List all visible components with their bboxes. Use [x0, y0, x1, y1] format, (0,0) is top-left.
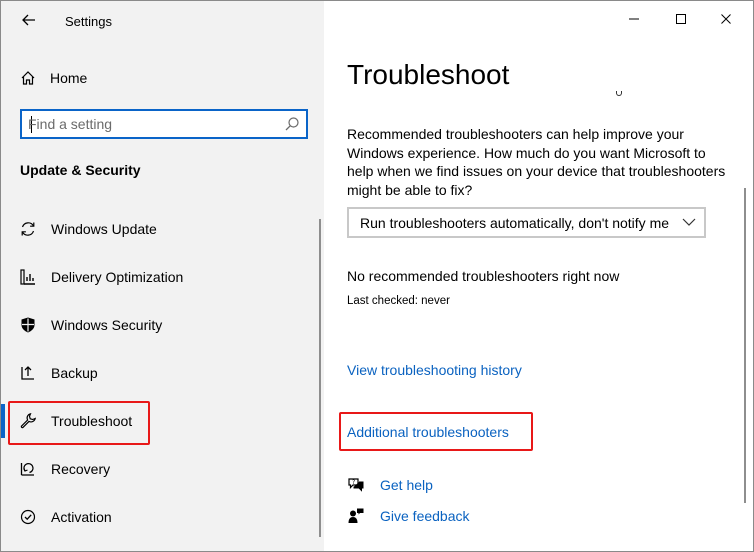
view-history-link[interactable]: View troubleshooting history: [347, 362, 522, 378]
sidebar-item-delivery-optimization[interactable]: Delivery Optimization: [1, 254, 324, 300]
additional-troubleshooters-link[interactable]: Additional troubleshooters: [347, 424, 509, 440]
section-title: Update & Security: [20, 162, 141, 178]
sync-icon: [18, 219, 38, 239]
sidebar: Settings Home Update & Security: [1, 1, 324, 551]
back-arrow-icon: [22, 14, 35, 26]
sidebar-scrollbar[interactable]: [319, 219, 321, 537]
sidebar-item-label: Backup: [51, 365, 98, 381]
minimize-icon: [629, 18, 639, 20]
chevron-down-icon: [682, 218, 696, 226]
close-button[interactable]: [716, 9, 736, 29]
minimize-button[interactable]: [624, 9, 644, 29]
troubleshoot-highlight-box: [8, 401, 150, 445]
no-recommended-text: No recommended troubleshooters right now: [347, 268, 620, 284]
activation-icon: [18, 507, 38, 527]
home-label: Home: [50, 70, 88, 86]
shield-icon: [18, 315, 38, 335]
close-icon: [721, 14, 731, 24]
feedback-person-icon: [347, 507, 365, 525]
home-icon: [21, 71, 35, 85]
sidebar-item-backup[interactable]: Backup: [1, 350, 324, 396]
search-input[interactable]: [28, 115, 278, 133]
page-title: Troubleshoot: [347, 59, 510, 90]
sidebar-item-windows-update[interactable]: Windows Update: [1, 206, 324, 252]
give-feedback-link[interactable]: Give feedback: [380, 508, 470, 524]
content-scrollbar[interactable]: [744, 188, 746, 503]
sidebar-item-recovery[interactable]: Recovery: [1, 446, 324, 492]
recovery-icon: [18, 459, 38, 479]
get-help-link[interactable]: Get help: [380, 477, 433, 493]
sidebar-item-activation[interactable]: Activation: [1, 494, 324, 540]
sidebar-item-label: Windows Update: [51, 221, 157, 237]
dropdown-selected-value: Run troubleshooters automatically, don't…: [360, 214, 670, 231]
sidebar-item-label: Windows Security: [51, 317, 163, 333]
svg-text:?: ?: [352, 479, 355, 486]
back-button[interactable]: [19, 10, 39, 30]
settings-window: Settings Home Update & Security: [0, 0, 754, 552]
get-help-row[interactable]: ? Get help: [347, 476, 433, 494]
backup-icon: [18, 363, 38, 383]
content-pane: Troubleshoot Recommended troubleshooters…: [324, 1, 753, 551]
maximize-button[interactable]: [671, 9, 691, 29]
last-checked-text: Last checked: never: [347, 295, 450, 307]
search-icon[interactable]: [284, 116, 300, 132]
chat-help-icon: ?: [347, 476, 365, 494]
sidebar-item-label: Activation: [51, 509, 112, 525]
app-title: Settings: [65, 14, 112, 29]
clipped-text-fragment: [604, 89, 634, 99]
active-indicator: [1, 404, 5, 438]
delivery-optimization-icon: [18, 267, 38, 287]
sidebar-item-windows-security[interactable]: Windows Security: [1, 302, 324, 348]
troubleshoot-mode-dropdown[interactable]: Run troubleshooters automatically, don't…: [347, 207, 706, 238]
search-box[interactable]: [20, 109, 308, 139]
sidebar-item-label: Recovery: [51, 461, 111, 477]
give-feedback-row[interactable]: Give feedback: [347, 507, 470, 525]
troubleshoot-description: Recommended troubleshooters can help imp…: [347, 126, 726, 198]
home-nav[interactable]: Home: [20, 67, 87, 89]
maximize-icon: [676, 14, 686, 24]
sidebar-item-label: Delivery Optimization: [51, 269, 184, 285]
